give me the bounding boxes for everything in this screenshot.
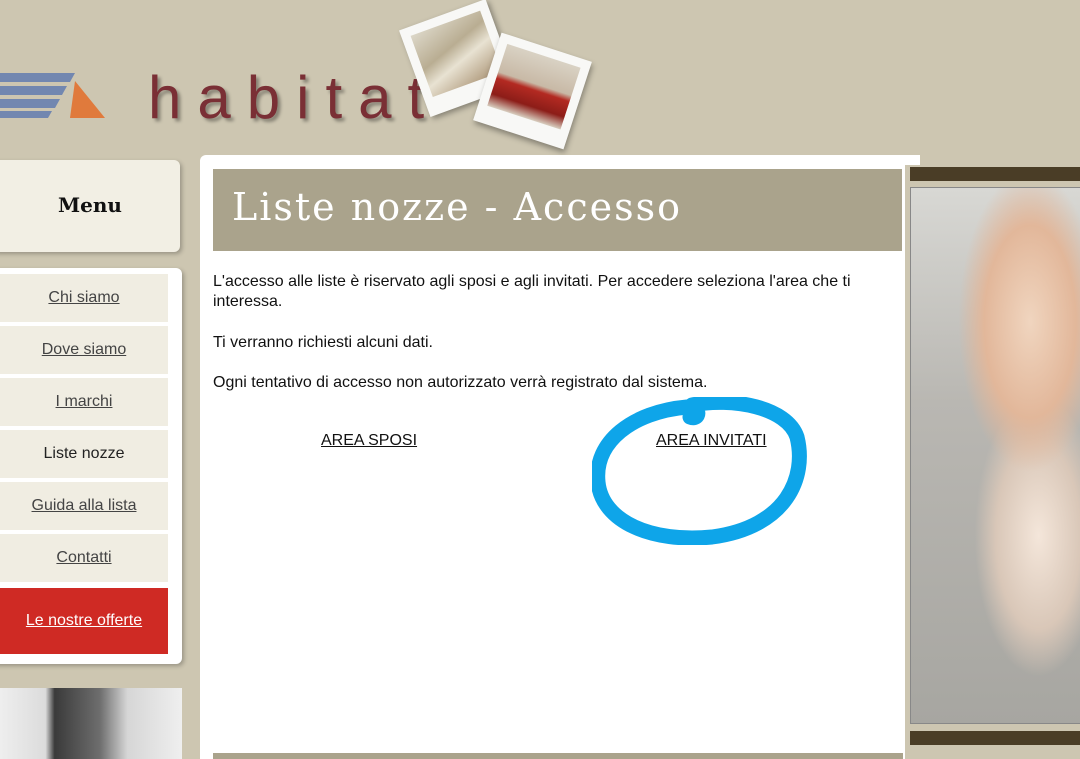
annotation-circle (592, 397, 807, 545)
content-bottom-divider (213, 753, 903, 759)
sidebar-item-dove-siamo[interactable]: Dove siamo (0, 326, 168, 374)
sidebar-item-contatti[interactable]: Contatti (0, 534, 168, 582)
data-notice-paragraph: Ti verranno richiesti alcuni dati. (213, 334, 433, 351)
sidebar-nav: Chi siamo Dove siamo I marchi Liste nozz… (0, 268, 182, 664)
logo-text: habitat (148, 64, 441, 131)
intro-paragraph: L'accesso alle liste è riservato agli sp… (213, 273, 851, 310)
page-title-bar: Liste nozze - Accesso (213, 169, 902, 251)
page-title: Liste nozze - Accesso (232, 185, 682, 229)
right-photo-column (905, 165, 1080, 759)
offers-button[interactable]: Le nostre offerte (0, 588, 168, 654)
sidebar-item-i-marchi[interactable]: I marchi (0, 378, 168, 426)
sidebar-photo (0, 688, 182, 759)
site-logo[interactable]: habitat (0, 55, 430, 135)
menu-title: Menu (58, 193, 122, 217)
sidebar-item-guida-alla-lista[interactable]: Guida alla lista (0, 482, 168, 530)
area-invitati-link[interactable]: AREA INVITATI (656, 432, 767, 450)
bride-photo (910, 187, 1080, 724)
logo-stripes-icon (0, 73, 105, 118)
area-sposi-link[interactable]: AREA SPOSI (321, 432, 417, 450)
menu-header-box: Menu (0, 160, 180, 252)
main-content: Liste nozze - Accesso L'accesso alle lis… (200, 155, 920, 759)
photo-frame-top (910, 167, 1080, 181)
security-notice-paragraph: Ogni tentativo di accesso non autorizzat… (213, 374, 708, 391)
photo-frame-bottom (910, 731, 1080, 745)
sidebar-item-chi-siamo[interactable]: Chi siamo (0, 274, 168, 322)
sidebar-item-liste-nozze[interactable]: Liste nozze (0, 430, 168, 478)
